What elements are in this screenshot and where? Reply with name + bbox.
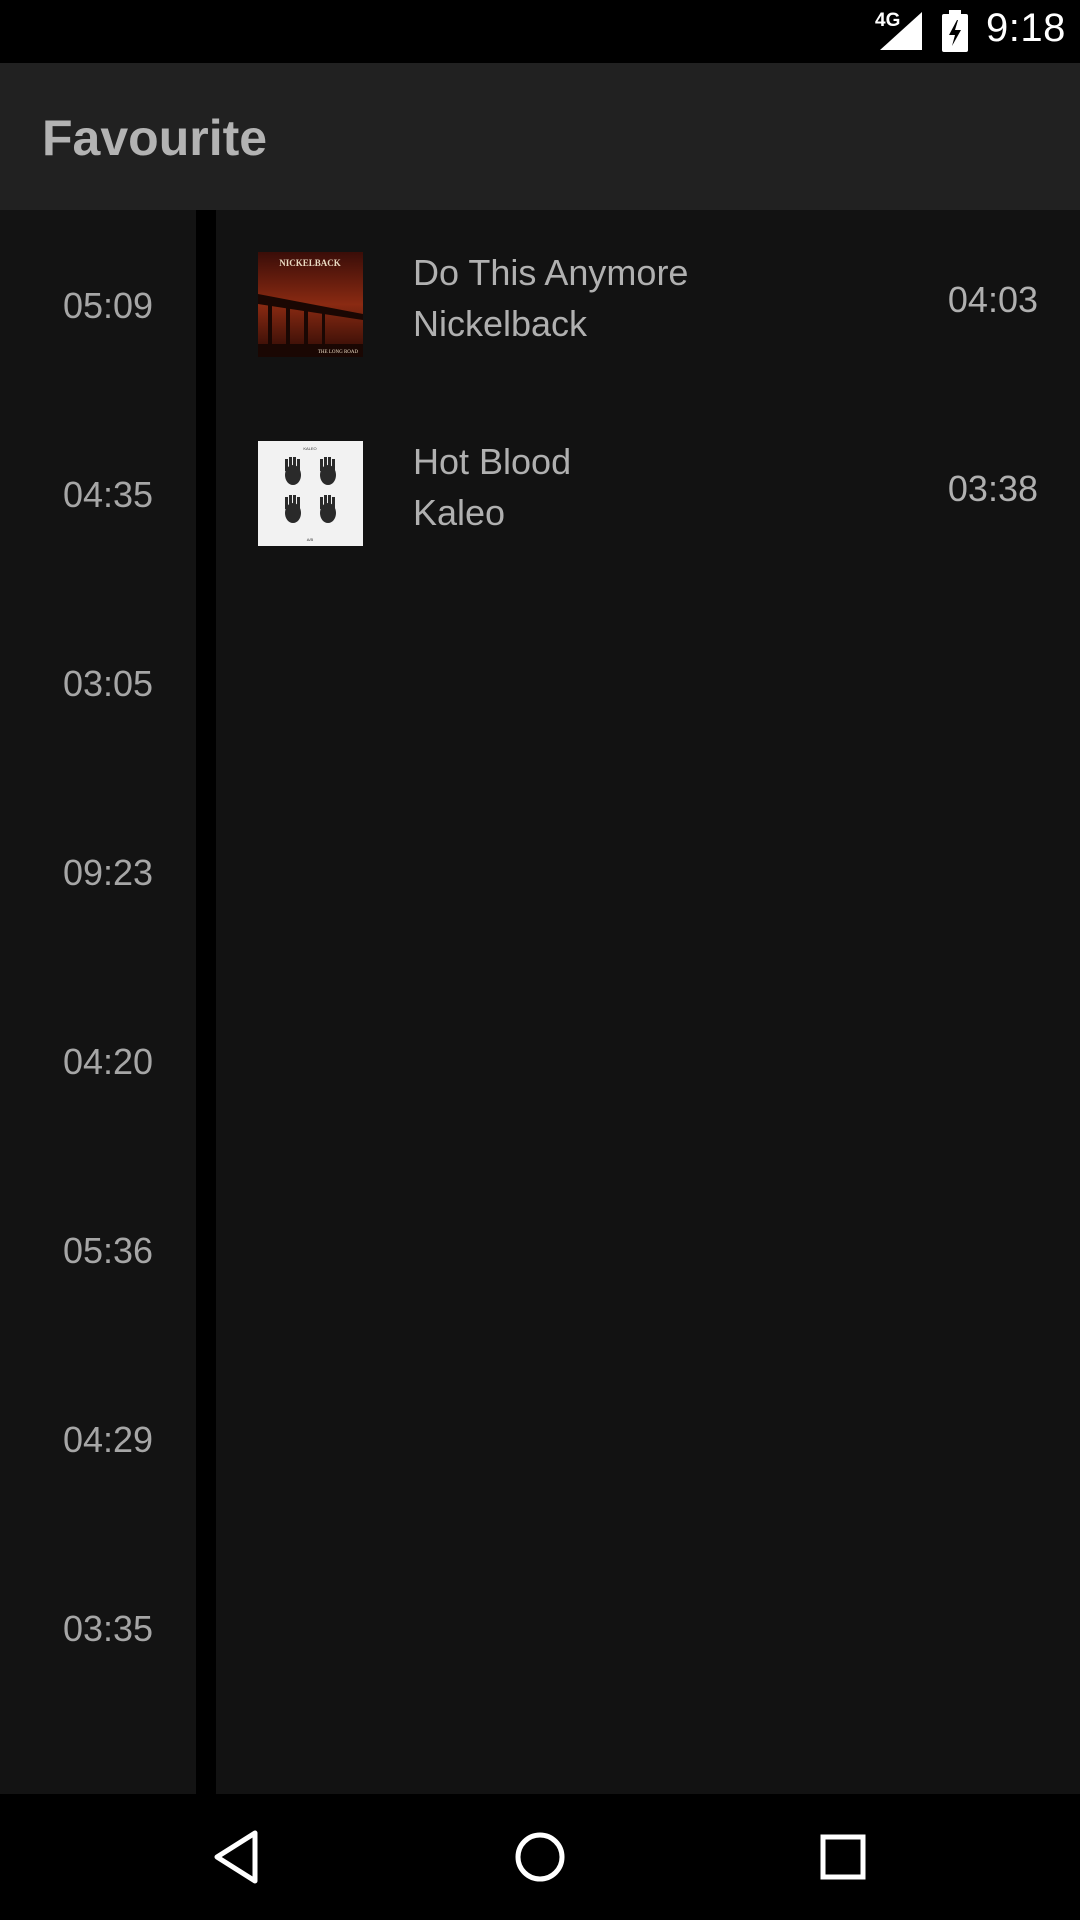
track-row[interactable]: NICKELBACK THE LONG ROAD Do This Anymore… [216, 210, 1080, 399]
album-art-nickelback: NICKELBACK THE LONG ROAD [258, 252, 363, 357]
content-area: 05:09 04:35 03:05 09:23 04:20 05:36 04:2… [0, 210, 1080, 1794]
track-duration: 03:38 [947, 468, 1038, 509]
track-title: Hot Blood [413, 441, 572, 482]
svg-text:NICKELBACK: NICKELBACK [279, 258, 341, 268]
battery-charging-icon [942, 10, 968, 52]
page-title: Favourite [42, 110, 268, 166]
status-bar: 4G 9:18 [0, 0, 1080, 63]
album-art-kaleo: KALEO A/B [258, 441, 363, 546]
recents-icon[interactable] [813, 1827, 873, 1887]
svg-text:THE LONG ROAD: THE LONG ROAD [318, 350, 359, 355]
rail-divider [196, 210, 216, 1794]
status-clock: 9:18 [986, 6, 1066, 50]
track-title: Do This Anymore [413, 252, 689, 293]
track-artist: Nickelback [413, 303, 588, 344]
track-artist: Kaleo [413, 492, 506, 533]
time-item[interactable]: 04:20 [0, 1041, 216, 1083]
time-item[interactable]: 03:05 [0, 663, 216, 705]
home-icon[interactable] [510, 1827, 570, 1887]
time-item[interactable]: 05:09 [0, 285, 216, 327]
time-item[interactable]: 04:29 [0, 1419, 216, 1461]
time-item[interactable]: 09:23 [0, 852, 216, 894]
track-duration: 04:03 [947, 279, 1038, 320]
svg-text:KALEO: KALEO [303, 446, 316, 451]
time-item[interactable]: 03:35 [0, 1608, 216, 1650]
track-row[interactable]: KALEO A/B Hot Blood Kaleo 03:38 [216, 399, 1080, 588]
time-rail[interactable]: 05:09 04:35 03:05 09:23 04:20 05:36 04:2… [0, 210, 196, 1794]
navigation-bar [0, 1794, 1080, 1920]
cell-signal-icon [880, 12, 922, 50]
time-item[interactable]: 05:36 [0, 1230, 216, 1272]
track-list: NICKELBACK THE LONG ROAD Do This Anymore… [216, 210, 1080, 1794]
svg-text:A/B: A/B [307, 537, 314, 542]
app-bar: Favourite [0, 63, 1080, 210]
back-icon[interactable] [207, 1827, 267, 1887]
time-item[interactable]: 04:35 [0, 474, 216, 516]
